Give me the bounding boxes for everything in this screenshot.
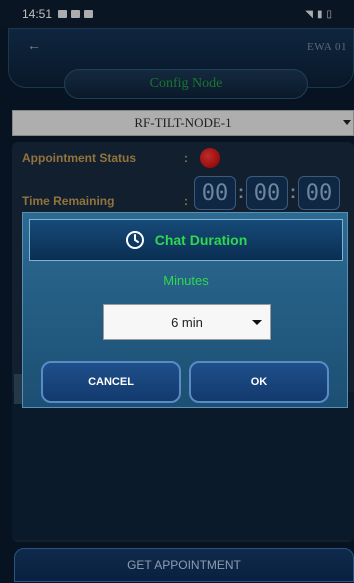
- get-appointment-button[interactable]: GET APPOINTMENT: [14, 548, 354, 582]
- cancel-button[interactable]: CANCEL: [41, 361, 181, 403]
- duration-select-value: 6 min: [171, 314, 203, 330]
- duration-select[interactable]: 6 min: [103, 304, 271, 340]
- ok-button[interactable]: OK: [189, 361, 329, 403]
- chat-duration-dialog: Chat Duration Minutes 6 min CANCEL OK: [22, 212, 348, 408]
- dialog-header: Chat Duration: [29, 219, 343, 261]
- dialog-title: Chat Duration: [154, 232, 248, 248]
- clock-icon: [125, 231, 144, 249]
- minutes-label: Minutes: [163, 273, 209, 288]
- chevron-down-icon: [252, 320, 262, 325]
